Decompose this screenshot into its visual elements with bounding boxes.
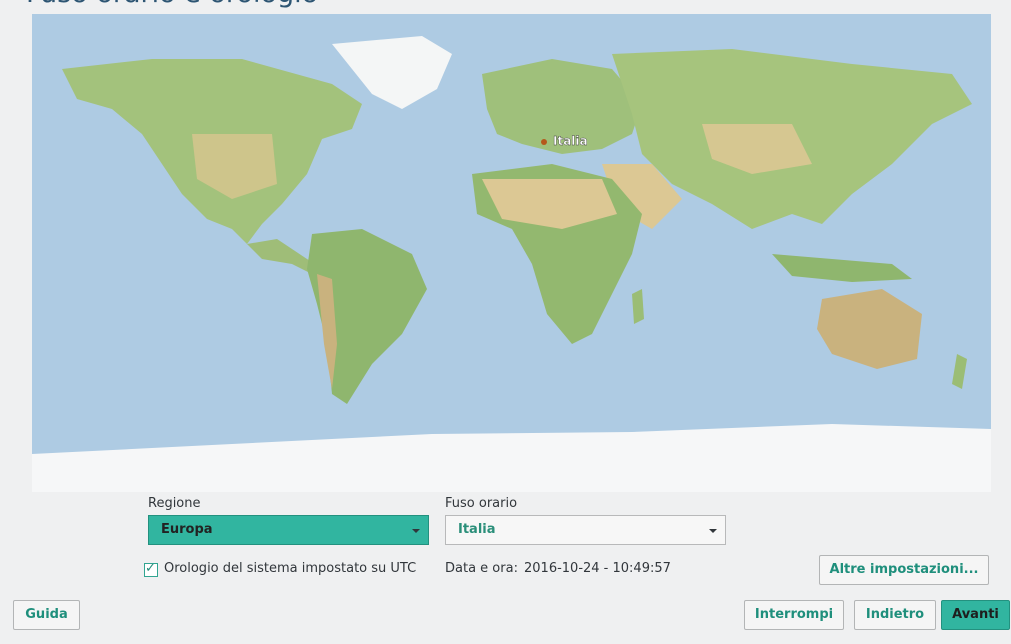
help-button[interactable]: Guida [13, 600, 80, 630]
next-button[interactable]: Avanti [941, 600, 1010, 630]
chevron-down-icon [709, 529, 717, 533]
checkmark-icon: ✓ [145, 561, 156, 576]
abort-button[interactable]: Interrompi [744, 600, 844, 630]
back-button[interactable]: Indietro [854, 600, 936, 630]
other-settings-button[interactable]: Altre impostazioni... [819, 555, 989, 585]
region-value: Europa [161, 522, 213, 537]
region-combobox[interactable]: Europa [148, 515, 429, 545]
utc-checkbox-label[interactable]: Orologio del sistema impostato su UTC [164, 561, 416, 576]
marker-label: Italia [553, 134, 588, 148]
timezone-value: Italia [458, 522, 496, 537]
world-map-graphic: Italia [32, 14, 991, 492]
datetime-label: Data e ora: [445, 561, 518, 576]
region-label: Regione [148, 496, 201, 511]
page-title: Fuso orario e orologio [26, 0, 318, 9]
datetime-value: 2016-10-24 - 10:49:57 [524, 561, 671, 576]
timezone-combobox[interactable]: Italia [445, 515, 726, 545]
location-marker [541, 139, 547, 145]
chevron-down-icon [412, 529, 420, 533]
madagascar-shape [632, 289, 644, 324]
timezone-label: Fuso orario [445, 496, 518, 511]
utc-checkbox[interactable]: ✓ [144, 561, 158, 577]
world-map[interactable]: Italia [32, 14, 991, 492]
